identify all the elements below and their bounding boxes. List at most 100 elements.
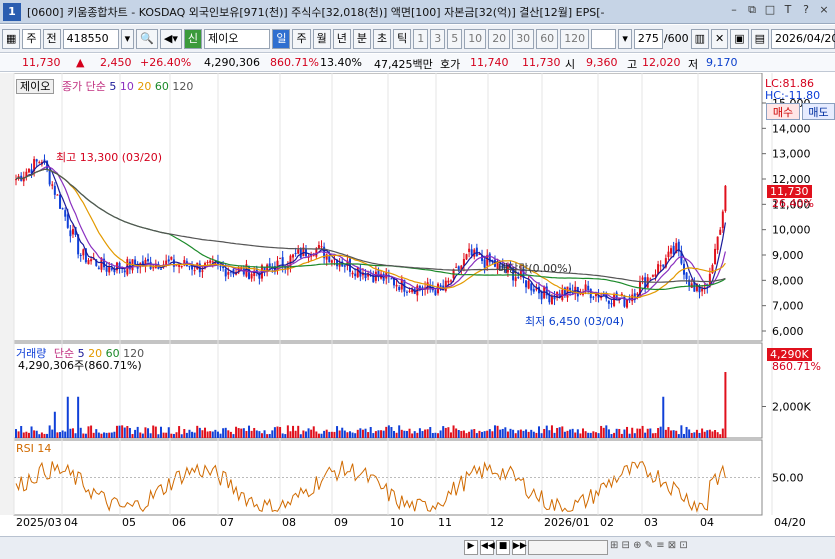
volume-bar	[517, 430, 520, 438]
scroll-left-icon[interactable]: ▶	[464, 540, 478, 555]
scroll-controls: ▶ ◀◀ ■ ▶▶ ⊞ ⊟ ⊕ ✎ ≡ ⊠ ⊡	[464, 540, 720, 555]
code-dropdown-icon[interactable]: ▾	[120, 28, 135, 49]
count-dropdown-icon[interactable]: ▾	[618, 28, 632, 49]
volume-bar	[167, 427, 170, 438]
volume-bar	[532, 431, 535, 438]
interval-20[interactable]: 20	[488, 28, 511, 49]
crosshair-icon[interactable]: ✕	[710, 28, 729, 49]
volume-bar	[703, 431, 706, 438]
period-second[interactable]: 초	[372, 28, 392, 49]
chart-canvas[interactable]: 15,00014,00013,00012,00011,00010,0009,00…	[0, 73, 835, 559]
interval-custom-input[interactable]	[591, 28, 617, 49]
volume-bar	[382, 430, 385, 438]
volume-bar	[317, 433, 320, 438]
stock-code-input[interactable]: 418550	[62, 28, 119, 49]
candle-body	[584, 284, 587, 291]
sound-icon[interactable]: ◀▾	[159, 28, 182, 49]
sell-button[interactable]: 매도	[802, 103, 835, 120]
volume-bar	[198, 427, 201, 438]
interval-5[interactable]: 5	[447, 28, 463, 49]
all-button[interactable]: 전	[42, 28, 61, 49]
chart-tools-icon[interactable]: ⊞ ⊟ ⊕ ✎ ≡ ⊠ ⊡	[610, 540, 720, 555]
volume-bar	[641, 425, 644, 438]
bottom-scroll-bar[interactable]: ▶ ◀◀ ■ ▶▶ ⊞ ⊟ ⊕ ✎ ≡ ⊠ ⊡	[0, 536, 835, 559]
volume-bar	[613, 432, 616, 438]
pin-icon[interactable]: T	[781, 3, 795, 17]
market-select[interactable]: 주	[22, 28, 41, 49]
volume-bar	[310, 429, 313, 438]
zoom-slider[interactable]	[528, 540, 608, 555]
volume-bar	[628, 433, 631, 438]
volume-bar	[152, 425, 155, 438]
calendar-icon[interactable]: ▤	[750, 28, 769, 49]
volume-bar	[157, 434, 160, 438]
volume-bar	[105, 432, 108, 438]
interval-60[interactable]: 60	[536, 28, 559, 49]
period-day[interactable]: 일	[272, 28, 291, 49]
volume-bar	[141, 433, 144, 438]
volume-bar	[721, 428, 724, 438]
interval-3[interactable]: 3	[430, 28, 446, 49]
volume-bar	[185, 432, 188, 438]
candle-body	[66, 214, 69, 228]
volume-bar	[462, 430, 465, 438]
count-input[interactable]: 275	[633, 28, 663, 49]
period-tick[interactable]: 틱	[393, 28, 412, 49]
volume-bar	[123, 427, 126, 438]
period-minute[interactable]: 분	[352, 28, 371, 49]
current-price: 11,730	[22, 56, 61, 69]
volume-bar	[348, 431, 351, 438]
maximize-icon[interactable]: □	[763, 3, 777, 17]
search-icon[interactable]: 🔍	[136, 28, 158, 49]
stock-name-field[interactable]: 제이오	[204, 28, 271, 49]
candle-body	[517, 277, 520, 279]
restore-icon[interactable]: ⧉	[745, 3, 759, 17]
interval-10[interactable]: 10	[464, 28, 487, 49]
close-icon[interactable]: ×	[817, 3, 831, 17]
volume-bar	[154, 426, 157, 438]
volume-bar	[113, 431, 116, 438]
volume-bar	[97, 432, 100, 438]
interval-1[interactable]: 1	[413, 28, 429, 49]
period-week[interactable]: 주	[292, 28, 311, 49]
chart-area[interactable]: 15,00014,00013,00012,00011,00010,0009,00…	[0, 73, 835, 559]
candle-body	[87, 260, 90, 265]
date-input[interactable]: 2026/04/20	[771, 28, 835, 49]
volume-bar	[506, 431, 509, 438]
interval-120[interactable]: 120	[560, 28, 590, 49]
volume-bar	[398, 425, 401, 438]
volume-bar	[496, 425, 499, 438]
x-tick-label: 2025/03	[16, 516, 62, 529]
volume-bar	[633, 433, 636, 438]
volume-bar	[512, 429, 515, 438]
volume-bar	[92, 432, 95, 438]
rewind-icon[interactable]: ◀◀	[480, 540, 495, 555]
chart-tool-icon[interactable]: ▥	[690, 28, 709, 49]
volume-bar	[592, 431, 595, 438]
x-tick-label: 07	[220, 516, 234, 529]
stop-icon[interactable]: ■	[496, 540, 510, 555]
buy-button[interactable]: 매수	[766, 103, 800, 120]
volume-bar	[481, 431, 484, 438]
volume-bar	[103, 432, 106, 438]
candle-body	[613, 294, 616, 307]
period-month[interactable]: 월	[312, 28, 331, 49]
save-icon[interactable]: ▣	[730, 28, 749, 49]
minimize-icon[interactable]: –	[727, 3, 741, 17]
volume-bar	[667, 427, 670, 438]
volume-bar	[426, 429, 429, 438]
candle-body	[447, 280, 450, 283]
volume-bar	[504, 427, 507, 438]
forward-icon[interactable]: ▶▶	[512, 540, 527, 555]
help-icon[interactable]: ?	[799, 3, 813, 17]
grid-icon[interactable]: ▦	[2, 28, 21, 49]
volume-bar	[579, 433, 582, 438]
volume-bar	[27, 432, 30, 438]
volume-bar	[183, 429, 186, 438]
interval-30[interactable]: 30	[512, 28, 535, 49]
volume-bar	[677, 434, 680, 438]
new-badge: 신	[183, 28, 203, 49]
candle-body	[649, 278, 652, 280]
low-annotation: 최저 6,450 (03/04)	[525, 315, 625, 328]
period-year[interactable]: 년	[332, 28, 351, 49]
